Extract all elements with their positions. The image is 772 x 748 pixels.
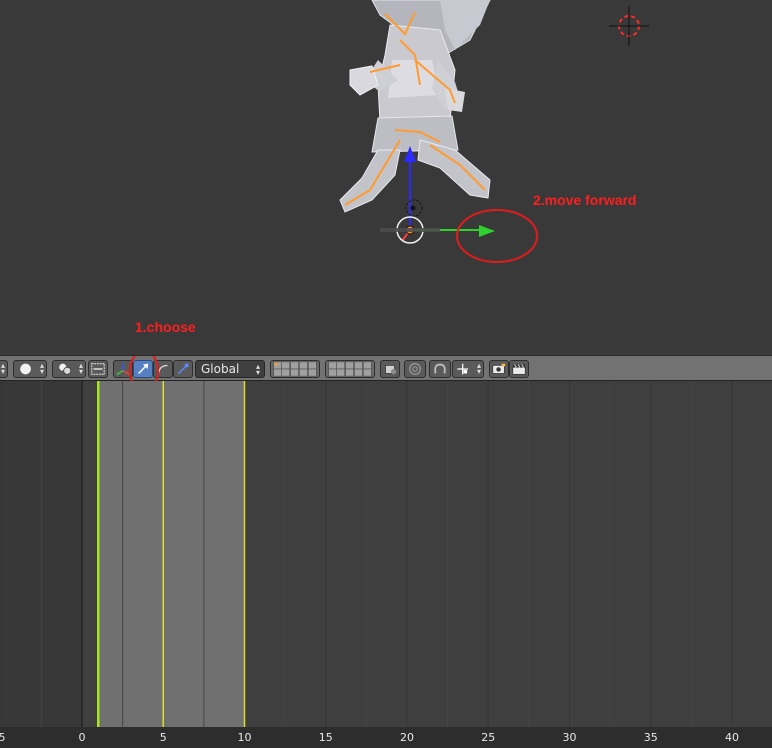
annotation-circle-choose-layer — [129, 356, 159, 382]
annotation-circle-move — [456, 209, 538, 263]
3d-viewport[interactable]: 2.move forward 1.choose — [0, 0, 772, 355]
frame-tick-label: 40 — [725, 731, 739, 744]
frame-tick-label: 10 — [237, 731, 252, 744]
viewport-header: ▴ ▾ ▴ ▾ ▴ ▾ Global ▴ ▾ ▴ ▾ — [0, 355, 772, 382]
timeline-canvas — [0, 381, 733, 727]
frame-tick-label: 5 — [0, 731, 6, 744]
3d-cursor-icon — [609, 6, 649, 46]
frame-tick-label: 25 — [481, 731, 496, 744]
frame-tick-label: 5 — [159, 731, 167, 744]
frame-tick-label: 30 — [562, 731, 577, 744]
viewport-scene — [339, 0, 649, 263]
frame-tick-label: 0 — [78, 731, 86, 744]
annotation-move-forward: 2.move forward — [533, 192, 637, 208]
timeline-editor[interactable]: 5 0 5 10 15 20 25 30 35 40 — [0, 381, 772, 748]
character-mesh[interactable] — [339, 0, 491, 213]
frame-tick-label: 35 — [643, 731, 658, 744]
frame-tick-label: 20 — [400, 731, 414, 744]
preview-range — [98, 381, 245, 727]
annotation-choose: 1.choose — [135, 319, 196, 335]
frame-tick-label: 15 — [318, 731, 333, 744]
